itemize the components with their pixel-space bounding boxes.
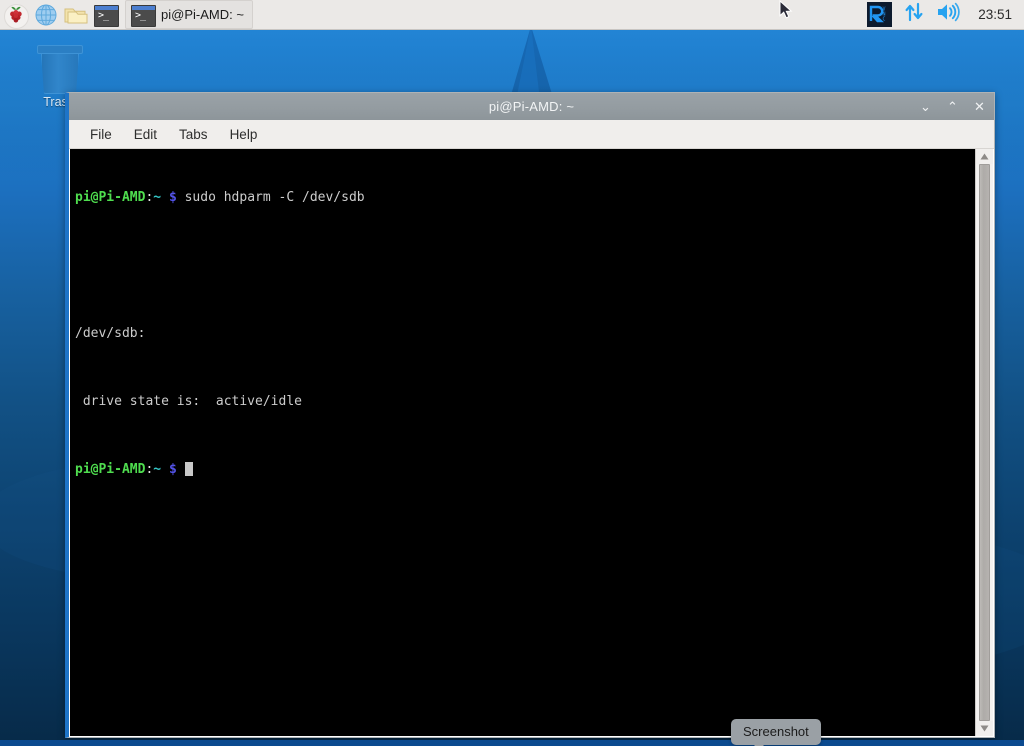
prompt-user-host: pi@Pi-AMD: [75, 190, 145, 205]
screenshot-tooltip: Screenshot: [731, 719, 821, 745]
terminal-cursor: [185, 462, 193, 476]
prompt-path: ~: [153, 190, 161, 205]
network-updown-icon[interactable]: [903, 1, 925, 28]
maximize-button[interactable]: ⌃: [946, 100, 959, 113]
terminal-line-command: pi@Pi-AMD:~ $ sudo hdparm -C /dev/sdb: [75, 189, 975, 206]
menu-file[interactable]: File: [81, 124, 121, 145]
prompt-user-host: pi@Pi-AMD: [75, 462, 145, 477]
taskbar-window-button-terminal[interactable]: >_ pi@Pi-AMD: ~: [125, 0, 253, 29]
window-titlebar[interactable]: pi@Pi-AMD: ~ ⌄ ⌃ ✕: [69, 93, 994, 120]
terminal-icon-prompt: >_: [132, 10, 155, 21]
bottom-desktop-strip: [0, 740, 1024, 746]
chevron-up-icon: [980, 153, 989, 160]
launcher-terminal[interactable]: >_: [93, 3, 119, 27]
menu-edit[interactable]: Edit: [125, 124, 166, 145]
prompt-trailing-space: [177, 462, 185, 477]
network-glyph: [903, 1, 925, 23]
terminal-icon: >_: [131, 5, 156, 27]
terminal-output[interactable]: pi@Pi-AMD:~ $ sudo hdparm -C /dev/sdb /d…: [70, 149, 975, 736]
close-button[interactable]: ✕: [973, 100, 986, 113]
web-browser-icon: [33, 3, 59, 27]
terminal-screen[interactable]: pi@Pi-AMD:~ $ sudo hdparm -C /dev/sdb /d…: [69, 149, 994, 737]
taskbar-window-icon: >_: [130, 3, 156, 27]
clock[interactable]: 23:51: [972, 7, 1012, 22]
terminal-scrollbar[interactable]: [975, 149, 993, 736]
window-controls: ⌄ ⌃ ✕: [919, 93, 986, 120]
terminal-icon: >_: [94, 5, 119, 27]
trash-lid: [37, 45, 83, 54]
vnc-glyph: V N C: [867, 2, 892, 27]
terminal-command-text: sudo hdparm -C /dev/sdb: [177, 190, 365, 205]
scrollbar-thumb[interactable]: [979, 164, 990, 721]
terminal-line-prompt: pi@Pi-AMD:~ $: [75, 461, 975, 478]
volume-speaker-icon[interactable]: [936, 1, 961, 28]
menu-help[interactable]: Help: [221, 124, 267, 145]
terminal-line-device: /dev/sdb:: [75, 325, 975, 342]
window-title: pi@Pi-AMD: ~: [69, 99, 994, 114]
trash-body: [41, 53, 79, 94]
system-tray: V N C 23:51: [867, 0, 1024, 29]
terminal-line-drive-state: drive state is: active/idle: [75, 393, 975, 410]
terminal-window[interactable]: pi@Pi-AMD: ~ ⌄ ⌃ ✕ File Edit Tabs Help p…: [65, 92, 995, 738]
chevron-down-icon: [980, 725, 989, 732]
scrollbar-up-arrow[interactable]: [977, 149, 992, 164]
volume-glyph: [936, 1, 961, 23]
taskbar: >_ >_ pi@Pi-AMD: ~ V N C: [0, 0, 1024, 30]
prompt-sigil: $: [169, 190, 177, 205]
menu-tabs[interactable]: Tabs: [170, 124, 217, 145]
prompt-path: ~: [153, 462, 161, 477]
menubar: File Edit Tabs Help: [69, 120, 994, 149]
minimize-button[interactable]: ⌄: [919, 100, 932, 113]
scrollbar-track[interactable]: [976, 164, 993, 721]
trash-icon: [36, 45, 82, 93]
prompt-sigil: $: [169, 462, 177, 477]
launcher-file-manager[interactable]: [63, 3, 89, 27]
svg-text:C: C: [883, 17, 886, 23]
vnc-server-icon[interactable]: V N C: [867, 2, 892, 27]
scrollbar-down-arrow[interactable]: [977, 721, 992, 736]
file-manager-icon: [63, 3, 89, 27]
launcher-web-browser[interactable]: [33, 3, 59, 27]
terminal-line-blank: [75, 257, 975, 274]
raspberry-pi-menu-button[interactable]: [3, 3, 29, 27]
terminal-icon-prompt: >_: [95, 10, 118, 21]
taskbar-window-label: pi@Pi-AMD: ~: [161, 7, 244, 22]
screen: Trash: [0, 0, 1024, 746]
raspberry-glyph: [3, 3, 29, 27]
